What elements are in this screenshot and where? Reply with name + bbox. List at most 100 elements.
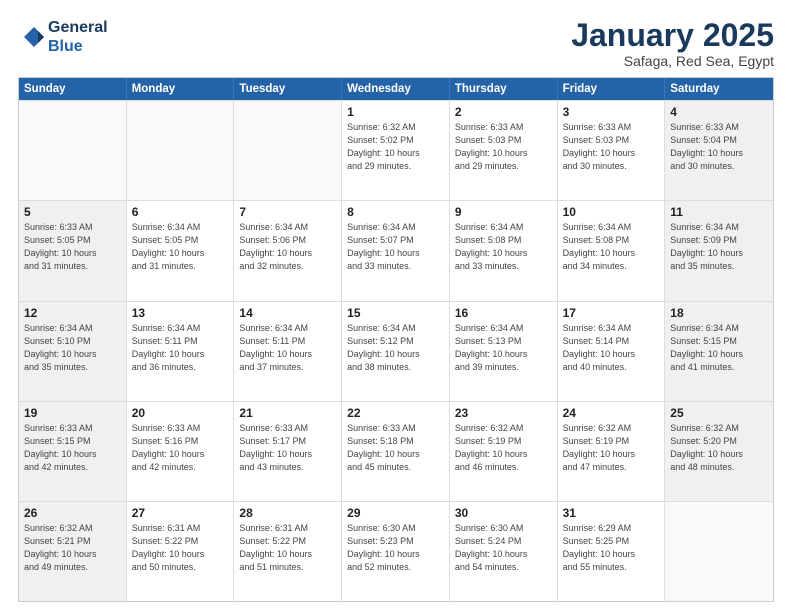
day-number: 31	[563, 506, 660, 520]
page: General Blue January 2025 Safaga, Red Se…	[0, 0, 792, 612]
day-number: 21	[239, 406, 336, 420]
day-info: Sunrise: 6:33 AMSunset: 5:16 PMDaylight:…	[132, 422, 229, 474]
day-info: Sunrise: 6:34 AMSunset: 5:07 PMDaylight:…	[347, 221, 444, 273]
day-cell-29: 29Sunrise: 6:30 AMSunset: 5:23 PMDayligh…	[342, 502, 450, 601]
calendar-header: SundayMondayTuesdayWednesdayThursdayFrid…	[19, 78, 773, 100]
day-number: 18	[670, 306, 768, 320]
day-cell-12: 12 Sunrise: 6:34 AMSunset: 5:10 PMDayligh…	[19, 302, 127, 401]
day-info: Sunrise: 6:32 AMSunset: 5:19 PMDaylight:…	[455, 422, 552, 474]
day-info: Sunrise: 6:34 AMSunset: 5:11 PMDaylight:…	[239, 322, 336, 374]
day-info: Sunrise: 6:34 AMSunset: 5:14 PMDaylight:…	[563, 322, 660, 374]
day-number: 30	[455, 506, 552, 520]
day-info: Sunrise: 6:34 AMSunset: 5:08 PMDaylight:…	[563, 221, 660, 273]
calendar-week-2: 5 Sunrise: 6:33 AMSunset: 5:05 PMDaylight…	[19, 200, 773, 300]
day-info: Sunrise: 6:34 AMSunset: 5:13 PMDaylight:…	[455, 322, 552, 374]
day-info: Sunrise: 6:34 AMSunset: 5:10 PMDaylight:…	[24, 322, 121, 374]
calendar: SundayMondayTuesdayWednesdayThursdayFrid…	[18, 77, 774, 602]
day-info: Sunrise: 6:33 AMSunset: 5:04 PMDaylight:…	[670, 121, 768, 173]
day-info: Sunrise: 6:32 AMSunset: 5:21 PMDaylight:…	[24, 522, 121, 574]
day-cell-6: 6 Sunrise: 6:34 AMSunset: 5:05 PMDaylight…	[127, 201, 235, 300]
day-info: Sunrise: 6:33 AMSunset: 5:05 PMDaylight:…	[24, 221, 121, 273]
day-info: Sunrise: 6:30 AMSunset: 5:24 PMDaylight:…	[455, 522, 552, 574]
day-cell-23: 23Sunrise: 6:32 AMSunset: 5:19 PMDayligh…	[450, 402, 558, 501]
day-number: 4	[670, 105, 768, 119]
title-block: January 2025 Safaga, Red Sea, Egypt	[571, 18, 774, 69]
day-cell-30: 30 Sunrise: 6:30 AMSunset: 5:24 PMDayligh…	[450, 502, 558, 601]
day-number: 27	[132, 506, 229, 520]
day-info: Sunrise: 6:33 AMSunset: 5:17 PMDaylight:…	[239, 422, 336, 474]
day-info: Sunrise: 6:33 AMSunset: 5:03 PMDaylight:…	[455, 121, 552, 173]
day-cell-20: 20 Sunrise: 6:33 AMSunset: 5:16 PMDayligh…	[127, 402, 235, 501]
day-info: Sunrise: 6:32 AMSunset: 5:19 PMDaylight:…	[563, 422, 660, 474]
day-cell-22: 22 Sunrise: 6:33 AMSunset: 5:18 PMDayligh…	[342, 402, 450, 501]
day-cell-18: 18Sunrise: 6:34 AMSunset: 5:15 PMDayligh…	[665, 302, 773, 401]
day-number: 5	[24, 205, 121, 219]
day-info: Sunrise: 6:34 AMSunset: 5:09 PMDaylight:…	[670, 221, 768, 273]
header-cell-thursday: Thursday	[450, 78, 558, 100]
day-cell-15: 15 Sunrise: 6:34 AMSunset: 5:12 PMDayligh…	[342, 302, 450, 401]
day-cell-13: 13 Sunrise: 6:34 AMSunset: 5:11 PMDayligh…	[127, 302, 235, 401]
day-info: Sunrise: 6:34 AMSunset: 5:06 PMDaylight:…	[239, 221, 336, 273]
header-cell-friday: Friday	[558, 78, 666, 100]
empty-cell	[234, 101, 342, 200]
day-cell-25: 25Sunrise: 6:32 AMSunset: 5:20 PMDayligh…	[665, 402, 773, 501]
day-cell-8: 8Sunrise: 6:34 AMSunset: 5:07 PMDaylight…	[342, 201, 450, 300]
day-number: 22	[347, 406, 444, 420]
calendar-week-4: 19Sunrise: 6:33 AMSunset: 5:15 PMDayligh…	[19, 401, 773, 501]
day-cell-14: 14 Sunrise: 6:34 AMSunset: 5:11 PMDayligh…	[234, 302, 342, 401]
day-cell-28: 28Sunrise: 6:31 AMSunset: 5:22 PMDayligh…	[234, 502, 342, 601]
day-number: 16	[455, 306, 552, 320]
day-number: 14	[239, 306, 336, 320]
day-number: 7	[239, 205, 336, 219]
day-number: 11	[670, 205, 768, 219]
empty-cell	[665, 502, 773, 601]
day-number: 15	[347, 306, 444, 320]
day-info: Sunrise: 6:34 AMSunset: 5:11 PMDaylight:…	[132, 322, 229, 374]
day-cell-21: 21 Sunrise: 6:33 AMSunset: 5:17 PMDayligh…	[234, 402, 342, 501]
day-number: 25	[670, 406, 768, 420]
day-cell-1: 1Sunrise: 6:32 AMSunset: 5:02 PMDaylight…	[342, 101, 450, 200]
calendar-body: 1Sunrise: 6:32 AMSunset: 5:02 PMDaylight…	[19, 100, 773, 601]
day-info: Sunrise: 6:30 AMSunset: 5:23 PMDaylight:…	[347, 522, 444, 574]
day-number: 20	[132, 406, 229, 420]
day-info: Sunrise: 6:34 AMSunset: 5:12 PMDaylight:…	[347, 322, 444, 374]
calendar-title: January 2025	[571, 18, 774, 53]
day-number: 10	[563, 205, 660, 219]
day-number: 6	[132, 205, 229, 219]
day-cell-26: 26Sunrise: 6:32 AMSunset: 5:21 PMDayligh…	[19, 502, 127, 601]
logo-icon	[18, 23, 46, 51]
day-number: 28	[239, 506, 336, 520]
day-cell-10: 10 Sunrise: 6:34 AMSunset: 5:08 PMDayligh…	[558, 201, 666, 300]
header-cell-sunday: Sunday	[19, 78, 127, 100]
day-number: 13	[132, 306, 229, 320]
header-cell-monday: Monday	[127, 78, 235, 100]
header: General Blue January 2025 Safaga, Red Se…	[18, 18, 774, 69]
day-info: Sunrise: 6:29 AMSunset: 5:25 PMDaylight:…	[563, 522, 660, 574]
header-cell-tuesday: Tuesday	[234, 78, 342, 100]
day-number: 3	[563, 105, 660, 119]
calendar-week-5: 26Sunrise: 6:32 AMSunset: 5:21 PMDayligh…	[19, 501, 773, 601]
day-cell-5: 5 Sunrise: 6:33 AMSunset: 5:05 PMDaylight…	[19, 201, 127, 300]
day-cell-4: 4 Sunrise: 6:33 AMSunset: 5:04 PMDaylight…	[665, 101, 773, 200]
calendar-week-3: 12 Sunrise: 6:34 AMSunset: 5:10 PMDayligh…	[19, 301, 773, 401]
day-cell-7: 7 Sunrise: 6:34 AMSunset: 5:06 PMDaylight…	[234, 201, 342, 300]
day-cell-3: 3 Sunrise: 6:33 AMSunset: 5:03 PMDaylight…	[558, 101, 666, 200]
day-cell-2: 2 Sunrise: 6:33 AMSunset: 5:03 PMDaylight…	[450, 101, 558, 200]
day-number: 12	[24, 306, 121, 320]
day-number: 17	[563, 306, 660, 320]
calendar-week-1: 1Sunrise: 6:32 AMSunset: 5:02 PMDaylight…	[19, 100, 773, 200]
day-cell-16: 16 Sunrise: 6:34 AMSunset: 5:13 PMDayligh…	[450, 302, 558, 401]
empty-cell	[19, 101, 127, 200]
logo-text: General Blue	[48, 18, 108, 56]
day-info: Sunrise: 6:34 AMSunset: 5:08 PMDaylight:…	[455, 221, 552, 273]
day-cell-9: 9Sunrise: 6:34 AMSunset: 5:08 PMDaylight…	[450, 201, 558, 300]
header-cell-wednesday: Wednesday	[342, 78, 450, 100]
day-info: Sunrise: 6:34 AMSunset: 5:05 PMDaylight:…	[132, 221, 229, 273]
day-number: 2	[455, 105, 552, 119]
day-number: 24	[563, 406, 660, 420]
day-cell-11: 11 Sunrise: 6:34 AMSunset: 5:09 PMDayligh…	[665, 201, 773, 300]
day-info: Sunrise: 6:33 AMSunset: 5:15 PMDaylight:…	[24, 422, 121, 474]
logo: General Blue	[18, 18, 108, 56]
day-info: Sunrise: 6:33 AMSunset: 5:18 PMDaylight:…	[347, 422, 444, 474]
day-info: Sunrise: 6:33 AMSunset: 5:03 PMDaylight:…	[563, 121, 660, 173]
